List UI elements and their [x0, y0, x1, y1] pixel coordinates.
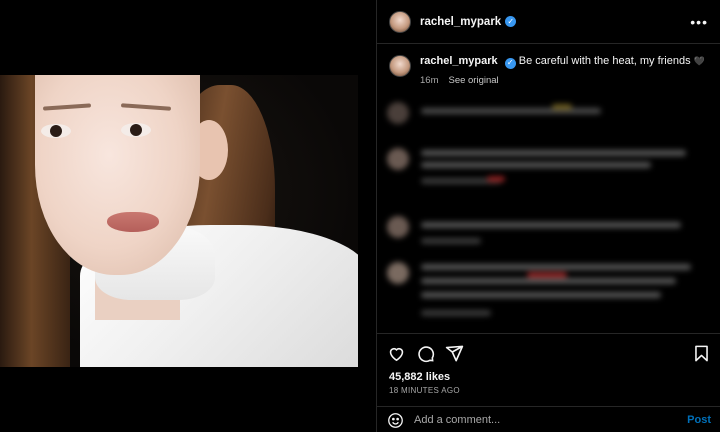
comment-text-blur [421, 264, 691, 270]
caption-username[interactable]: rachel_mypark [420, 55, 498, 67]
caption-body: rachel_mypark ✓ Be careful with the heat… [420, 54, 705, 86]
comment-text-blur [421, 162, 651, 168]
caption-avatar[interactable] [389, 55, 411, 77]
comment-avatar [387, 148, 409, 170]
comment-meta-blur [421, 310, 491, 316]
post-actions: 45,882 likes 18 MINUTES AGO Post [377, 333, 720, 432]
photo-lips [107, 212, 159, 232]
photo-eye-left [41, 124, 71, 138]
caption-emoji: 🖤 [693, 56, 705, 66]
see-original-link[interactable]: See original [448, 75, 498, 86]
likes-count[interactable]: 45,882 likes [377, 363, 720, 383]
comment-text-blur [421, 108, 601, 114]
comment-avatar [387, 216, 409, 238]
paper-plane-icon[interactable] [445, 344, 464, 363]
post-comment-button[interactable]: Post [687, 414, 711, 426]
comment-emoji-blur [487, 176, 505, 182]
comment-text-blur [421, 222, 681, 228]
avatar[interactable] [389, 10, 411, 33]
add-comment-bar: Post [377, 406, 720, 432]
post-media-pane [0, 0, 376, 432]
comment-avatar [387, 262, 409, 284]
caption-meta: 16m See original [420, 75, 705, 86]
comment-input[interactable] [414, 414, 688, 426]
comment-emoji-blur [552, 104, 572, 110]
photo-eye-right [121, 123, 151, 137]
smiley-icon[interactable] [387, 412, 404, 429]
verified-badge-icon: ✓ [505, 16, 517, 27]
post-timestamp: 18 MINUTES AGO [389, 386, 460, 395]
bookmark-icon[interactable] [692, 344, 711, 363]
list-item [387, 148, 686, 184]
comment-text-blur [421, 292, 661, 298]
comments-list [377, 92, 720, 332]
caption-text-line: rachel_mypark ✓ Be careful with the heat… [420, 54, 705, 69]
photo-brow-right [120, 103, 172, 111]
caption: rachel_mypark ✓ Be careful with the heat… [377, 44, 720, 86]
comment-text-blur [421, 150, 686, 156]
caption-age: 16m [420, 74, 439, 86]
comment-avatar [387, 102, 409, 124]
comment-meta-blur [421, 238, 481, 244]
more-options-icon[interactable]: ••• [690, 14, 708, 30]
caption-verified-badge-icon: ✓ [504, 57, 516, 69]
heart-icon[interactable] [387, 344, 406, 363]
list-item [387, 262, 691, 316]
comment-text-blur [421, 278, 676, 284]
post-photo[interactable] [0, 75, 358, 367]
action-icons [377, 334, 720, 363]
post-username[interactable]: rachel_mypark [420, 16, 501, 28]
photo-brow-left [42, 103, 92, 111]
list-item [387, 102, 601, 124]
list-item [387, 216, 681, 244]
post-side-panel: rachel_mypark ✓ ••• rachel_mypark ✓ Be c… [376, 0, 720, 432]
post-header: rachel_mypark ✓ ••• [377, 0, 720, 44]
comment-bubble-icon[interactable] [416, 344, 435, 363]
caption-text: Be careful with the heat, my friends [518, 55, 691, 67]
